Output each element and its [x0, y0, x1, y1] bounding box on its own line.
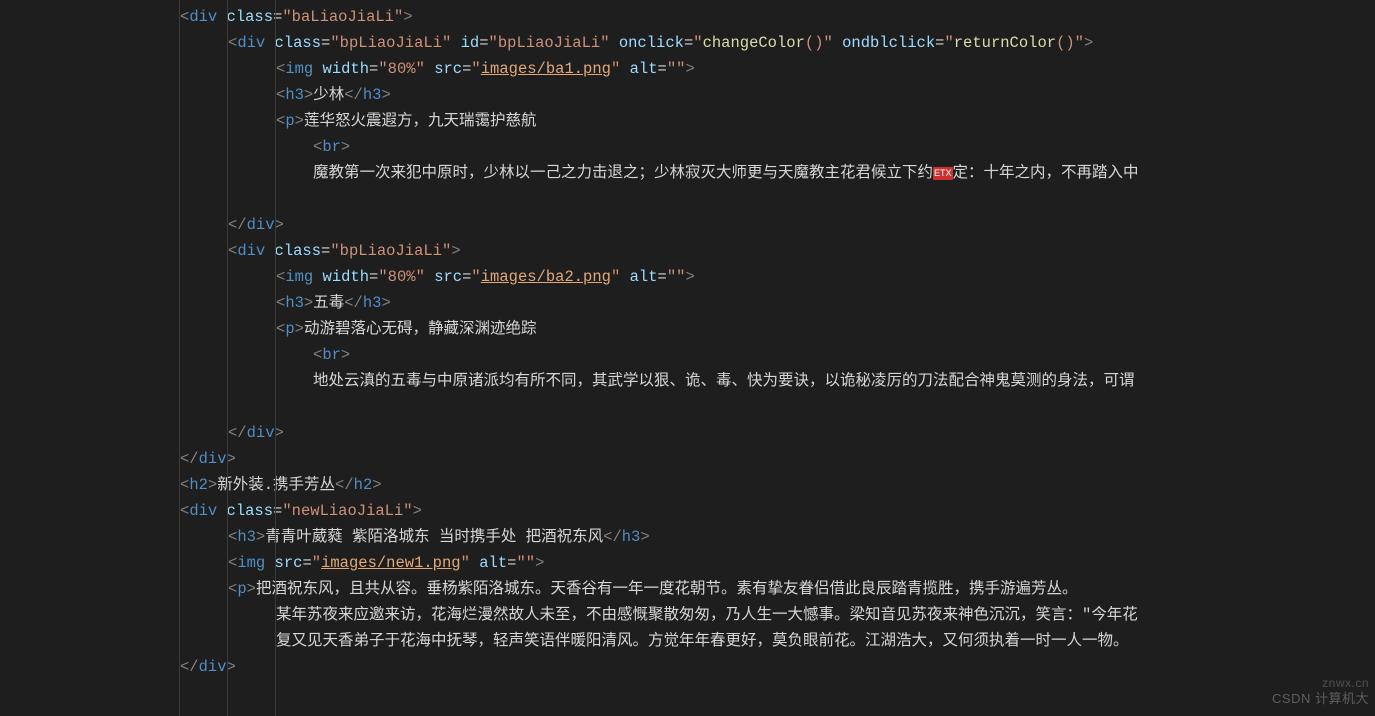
attr-value: newLiaoJiaLi: [292, 502, 404, 520]
text-content: 某年苏夜来应邀来访，花海烂漫然故人未至，不由感慨聚散匆匆，乃人生一大憾事。梁知音…: [276, 606, 1138, 624]
attr-value: images/ba1.png: [481, 60, 611, 78]
code-line[interactable]: <img width="80%" src="images/ba1.png" al…: [0, 56, 1375, 82]
text-content: 五毒: [313, 294, 344, 312]
watermark-lower: CSDN 计算机大: [1272, 686, 1369, 712]
etx-badge: ETX: [933, 167, 953, 180]
text-content: 地处云滇的五毒与中原诸派均有所不同，其武学以狠、诡、毒、快为要诀，以诡秘凌厉的刀…: [313, 372, 1135, 390]
code-line[interactable]: <h3>青青叶葳蕤 紫陌洛城东 当时携手处 把酒祝东风</h3>: [0, 524, 1375, 550]
text-content: 定：十年之内，不再踏入中: [953, 164, 1139, 182]
text-content: 青青叶葳蕤 紫陌洛城东 当时携手处 把酒祝东风: [265, 528, 603, 546]
code-line[interactable]: 复又见天香弟子于花海中抚琴，轻声笑语伴暖阳清风。方觉年年春更好，莫负眼前花。江湖…: [0, 628, 1375, 654]
code-line[interactable]: <h2>新外装.携手芳丛</h2>: [0, 472, 1375, 498]
code-line[interactable]: <div class="newLiaoJiaLi">: [0, 498, 1375, 524]
code-line[interactable]: <p>动游碧落心无碍，静藏深渊迹绝踪: [0, 316, 1375, 342]
text-content: 把酒祝东风，且共从容。垂杨紫陌洛城东。天香谷有一年一度花朝节。素有挚友眷侣借此良…: [256, 580, 1078, 598]
code-line[interactable]: <div class="bpLiaoJiaLi" id="bpLiaoJiaLi…: [0, 30, 1375, 56]
code-line[interactable]: </div>: [0, 420, 1375, 446]
code-line[interactable]: <img width="80%" src="images/ba2.png" al…: [0, 264, 1375, 290]
attr-value: images/new1.png: [321, 554, 461, 572]
code-line[interactable]: </div>: [0, 446, 1375, 472]
code-line[interactable]: <div class="bpLiaoJiaLi">: [0, 238, 1375, 264]
attr-value: images/ba2.png: [481, 268, 611, 286]
code-line[interactable]: <br>: [0, 342, 1375, 368]
attr-value: 80%: [388, 60, 416, 78]
attr-value: 80%: [388, 268, 416, 286]
code-line[interactable]: <h3>五毒</h3>: [0, 290, 1375, 316]
code-line[interactable]: </div>: [0, 212, 1375, 238]
attr-value: bpLiaoJiaLi: [340, 34, 442, 52]
text-content: 少林: [313, 86, 344, 104]
text-content: 魔教第一次来犯中原时，少林以一己之力击退之；少林寂灭大师更与天魔教主花君候立下约: [313, 164, 933, 182]
code-editor[interactable]: <div class="baLiaoJiaLi"> <div class="bp…: [0, 0, 1375, 680]
code-line[interactable]: <br>: [0, 134, 1375, 160]
code-line[interactable]: 地处云滇的五毒与中原诸派均有所不同，其武学以狠、诡、毒、快为要诀，以诡秘凌厉的刀…: [0, 368, 1375, 394]
text-content: 复又见天香弟子于花海中抚琴，轻声笑语伴暖阳清风。方觉年年春更好，莫负眼前花。江湖…: [276, 632, 1129, 650]
code-line[interactable]: <h3>少林</h3>: [0, 82, 1375, 108]
code-line[interactable]: [0, 186, 1375, 212]
attr-value: changeColor: [703, 34, 805, 52]
code-line[interactable]: <img src="images/new1.png" alt="">: [0, 550, 1375, 576]
code-line[interactable]: <p>莲华怒火震遐方，九天瑞霭护慈航: [0, 108, 1375, 134]
attr-value: returnColor: [954, 34, 1056, 52]
text-content: 莲华怒火震遐方，九天瑞霭护慈航: [304, 112, 537, 130]
code-line[interactable]: <div class="baLiaoJiaLi">: [0, 4, 1375, 30]
text-content: 新外装.携手芳丛: [217, 476, 335, 494]
code-line[interactable]: <p>把酒祝东风，且共从容。垂杨紫陌洛城东。天香谷有一年一度花朝节。素有挚友眷侣…: [0, 576, 1375, 602]
code-line[interactable]: 魔教第一次来犯中原时，少林以一己之力击退之；少林寂灭大师更与天魔教主花君候立下约…: [0, 160, 1375, 186]
code-line[interactable]: 某年苏夜来应邀来访，花海烂漫然故人未至，不由感慨聚散匆匆，乃人生一大憾事。梁知音…: [0, 602, 1375, 628]
attr-value: bpLiaoJiaLi: [498, 34, 600, 52]
attr-value: bpLiaoJiaLi: [340, 242, 442, 260]
text-content: 动游碧落心无碍，静藏深渊迹绝踪: [304, 320, 537, 338]
code-line[interactable]: </div>: [0, 654, 1375, 680]
code-line[interactable]: [0, 394, 1375, 420]
attr-value: baLiaoJiaLi: [292, 8, 394, 26]
